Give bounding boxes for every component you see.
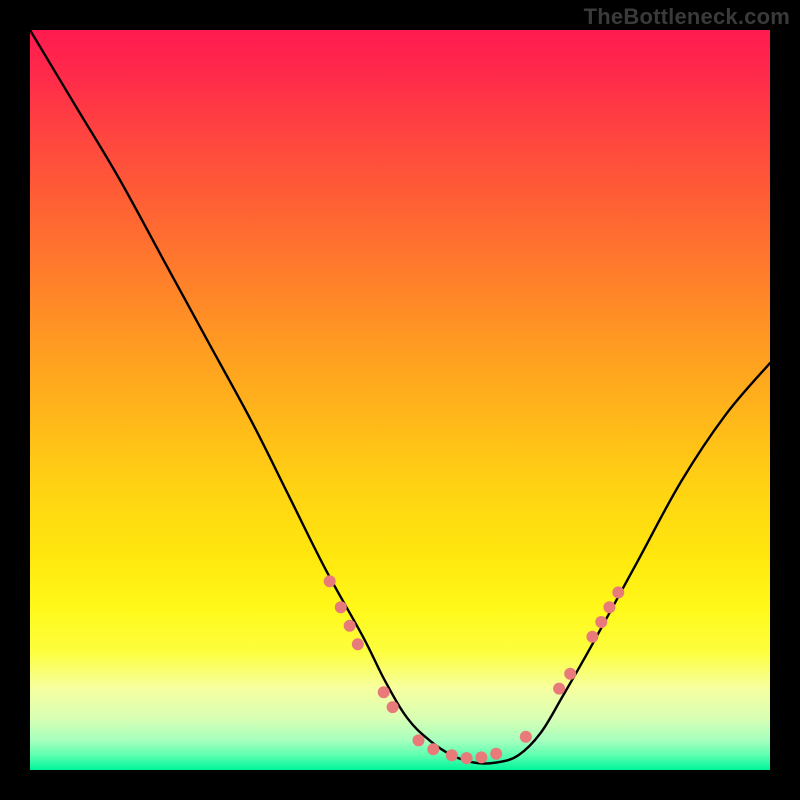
chart-frame: TheBottleneck.com (0, 0, 800, 800)
watermark-text: TheBottleneck.com (584, 4, 790, 30)
plot-background (30, 30, 770, 770)
